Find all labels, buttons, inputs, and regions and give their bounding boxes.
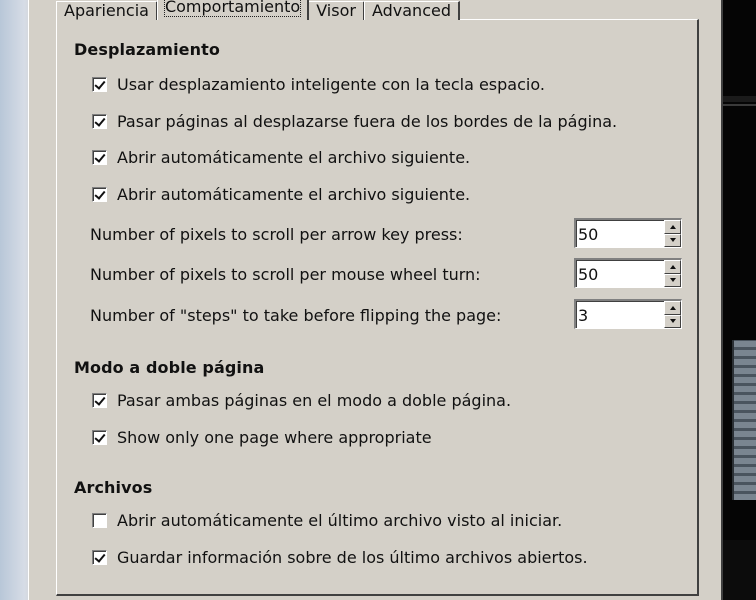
background-right-bar-2	[723, 104, 756, 106]
checkbox-label: Show only one page where appropriate	[117, 427, 432, 447]
tab-label: Comportamiento	[163, 0, 302, 17]
background-right-image	[732, 340, 756, 500]
spinbox-flip-steps[interactable]	[574, 299, 682, 329]
spin-up-button[interactable]	[664, 260, 681, 274]
arrow-up-icon	[669, 305, 676, 310]
spinbox-input[interactable]	[578, 263, 660, 285]
arrow-down-icon	[669, 238, 676, 243]
tab-comportamiento[interactable]: Comportamiento	[156, 0, 310, 20]
checkbox-save-recent-files[interactable]	[92, 549, 107, 565]
spin-down-button[interactable]	[664, 233, 681, 247]
checkbox-label: Abrir automáticamente el archivo siguien…	[117, 184, 471, 204]
spinbox-arrow-key-pixels[interactable]	[574, 218, 682, 248]
section-title-scrolling: Desplazamiento	[74, 40, 220, 59]
checkbox-smart-scroll[interactable]	[92, 76, 107, 92]
arrow-down-icon	[669, 278, 676, 283]
label-flip-steps: Number of "steps" to take before flippin…	[90, 306, 502, 325]
checkbox-row-open-next-file[interactable]: Abrir automáticamente el archivo siguien…	[92, 147, 470, 167]
checkbox-row-show-one-page[interactable]: Show only one page where appropriate	[92, 427, 432, 447]
checkbox-row-flip-both-pages[interactable]: Pasar ambas páginas en el modo a doble p…	[92, 390, 511, 410]
background-right	[721, 0, 756, 600]
spin-up-button[interactable]	[664, 220, 681, 234]
section-title-files: Archivos	[74, 478, 153, 497]
spinbox-input[interactable]	[578, 304, 660, 326]
checkbox-label: Usar desplazamiento inteligente con la t…	[117, 74, 545, 94]
checkbox-open-next-file[interactable]	[92, 149, 107, 165]
checkbox-flip-both-pages[interactable]	[92, 392, 107, 408]
background-right-bottom	[721, 540, 756, 600]
checkbox-label: Abrir automáticamente el archivo siguien…	[117, 147, 471, 167]
tab-advanced[interactable]: Advanced	[363, 1, 460, 20]
spin-up-button[interactable]	[664, 301, 681, 315]
spinbox-input[interactable]	[578, 223, 660, 245]
checkbox-open-next-file-2[interactable]	[92, 186, 107, 202]
checkbox-open-last-file[interactable]	[92, 512, 107, 528]
tab-strip: Apariencia Comportamiento Visor Advanced	[56, 0, 460, 20]
checkbox-show-one-page[interactable]	[92, 429, 107, 445]
checkbox-label: Abrir automáticamente el último archivo …	[117, 510, 563, 530]
arrow-up-icon	[669, 224, 676, 229]
checkbox-label: Guardar información sobre de los último …	[117, 547, 588, 567]
label-arrow-key-pixels: Number of pixels to scroll per arrow key…	[90, 225, 463, 244]
tab-label: Apariencia	[64, 1, 149, 20]
tab-label: Advanced	[371, 1, 451, 20]
checkbox-label: Pasar ambas páginas en el modo a doble p…	[117, 390, 512, 410]
tab-apariencia[interactable]: Apariencia	[56, 1, 158, 20]
tab-visor[interactable]: Visor	[308, 1, 365, 20]
background-right-bar	[723, 96, 756, 102]
section-title-double-page: Modo a doble página	[74, 358, 265, 377]
checkbox-row-smart-scroll[interactable]: Usar desplazamiento inteligente con la t…	[92, 74, 545, 94]
checkbox-row-flip-pages[interactable]: Pasar páginas al desplazarse fuera de lo…	[92, 111, 617, 131]
checkbox-flip-pages[interactable]	[92, 113, 107, 129]
checkbox-row-open-next-file-2[interactable]: Abrir automáticamente el archivo siguien…	[92, 184, 470, 204]
label-mouse-wheel-pixels: Number of pixels to scroll per mouse whe…	[90, 265, 481, 284]
checkbox-row-save-recent-files[interactable]: Guardar información sobre de los último …	[92, 547, 588, 567]
spin-down-button[interactable]	[664, 273, 681, 287]
spinbox-mouse-wheel-pixels[interactable]	[574, 258, 682, 288]
checkbox-label: Pasar páginas al desplazarse fuera de lo…	[117, 111, 618, 131]
checkbox-row-open-last-file[interactable]: Abrir automáticamente el último archivo …	[92, 510, 562, 530]
tab-label: Visor	[316, 1, 356, 20]
arrow-up-icon	[669, 264, 676, 269]
arrow-down-icon	[669, 319, 676, 324]
spin-down-button[interactable]	[664, 314, 681, 328]
